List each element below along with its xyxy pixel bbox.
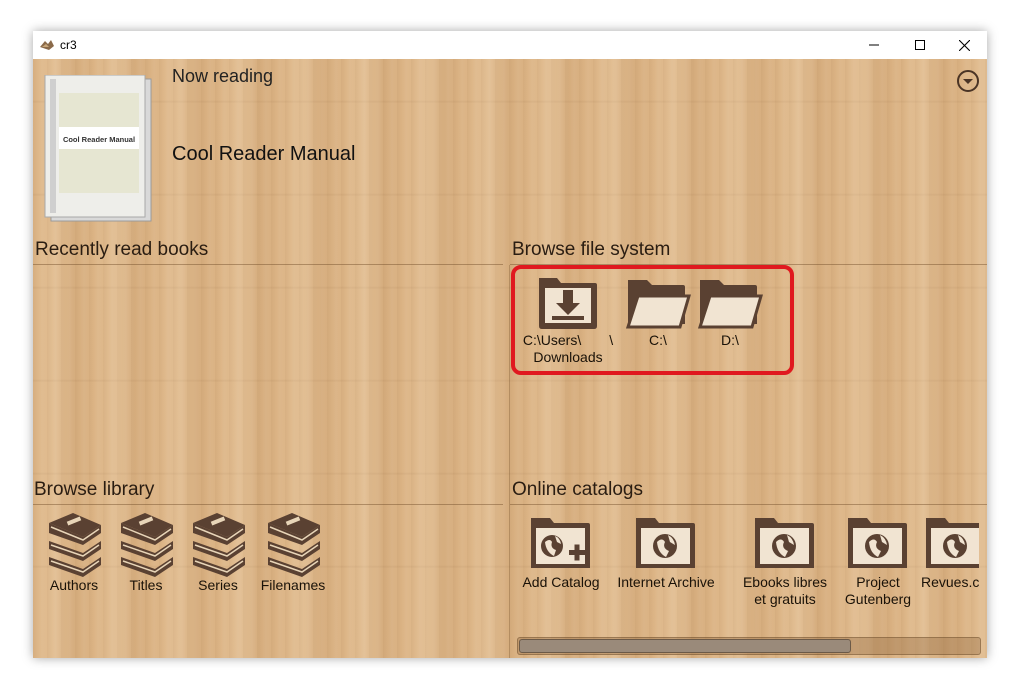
divider	[509, 265, 510, 658]
browse-library-title: Browse library	[34, 479, 155, 500]
menu-dropdown-icon[interactable]	[956, 69, 980, 93]
divider	[33, 504, 503, 505]
maximize-button[interactable]	[897, 31, 943, 59]
catalog-item-label: Ebooks libres et gratuits	[742, 574, 828, 607]
divider	[510, 504, 987, 505]
globe-folder-icon	[848, 518, 907, 568]
minimize-button[interactable]	[851, 31, 897, 59]
minimize-icon	[869, 44, 879, 46]
app-logo-icon	[40, 40, 54, 50]
maximize-icon	[915, 40, 925, 50]
library-item-filenames[interactable]: Filenames	[255, 511, 331, 594]
title-bar[interactable]: cr3	[33, 31, 987, 59]
library-item-authors[interactable]: Authors	[39, 511, 109, 594]
catalog-item-gutenberg[interactable]: Project Gutenberg	[839, 514, 917, 608]
browse-filesystem-title: Browse file system	[512, 239, 671, 260]
globe-folder-icon	[755, 518, 814, 568]
catalog-item-label: Revues.c	[921, 574, 979, 590]
cover-title-text: Cool Reader Manual	[63, 135, 135, 144]
now-reading-label: Now reading	[172, 66, 274, 86]
recent-books-title: Recently read books	[35, 239, 209, 260]
catalogs-scrollbar[interactable]	[517, 637, 981, 655]
globe-folder-icon	[636, 518, 695, 568]
window-title: cr3	[60, 38, 77, 52]
current-book-title[interactable]: Cool Reader Manual	[172, 143, 355, 166]
filesystem-highlight-box	[511, 265, 794, 375]
books-stack-icon	[49, 513, 101, 577]
catalog-item-label: Project Gutenberg	[844, 574, 912, 607]
catalog-item-label: Internet Archive	[617, 574, 715, 590]
add-catalog-icon	[531, 518, 590, 568]
main-content: Cool Reader Manual Now reading Cool Read…	[33, 59, 987, 658]
catalog-item-label: Add Catalog	[522, 574, 600, 590]
close-icon	[958, 39, 970, 51]
current-book-cover[interactable]: Cool Reader Manual	[43, 75, 153, 223]
catalog-item-internet-archive[interactable]: Internet Archive	[611, 514, 721, 591]
online-catalogs-title: Online catalogs	[512, 479, 643, 500]
catalog-item-ebooks-libres[interactable]: Ebooks libres et gratuits	[733, 514, 837, 608]
app-window: cr3 Cool Reader Manual Now reading Cool …	[33, 31, 987, 658]
library-item-series[interactable]: Series	[183, 511, 253, 594]
divider	[33, 264, 503, 265]
catalogs-scrollbar-thumb[interactable]	[519, 639, 851, 653]
books-stack-icon	[268, 513, 320, 577]
library-item-label: Titles	[129, 577, 163, 593]
books-stack-icon	[193, 513, 245, 577]
books-stack-icon	[121, 513, 173, 577]
globe-folder-icon	[926, 518, 979, 568]
catalog-item-add[interactable]: Add Catalog	[517, 514, 605, 591]
catalog-item-revues[interactable]: Revues.c	[919, 514, 979, 591]
library-item-label: Filenames	[260, 577, 326, 593]
library-item-label: Authors	[49, 577, 99, 593]
close-button[interactable]	[941, 31, 987, 59]
library-item-titles[interactable]: Titles	[111, 511, 181, 594]
library-item-label: Series	[198, 577, 238, 593]
